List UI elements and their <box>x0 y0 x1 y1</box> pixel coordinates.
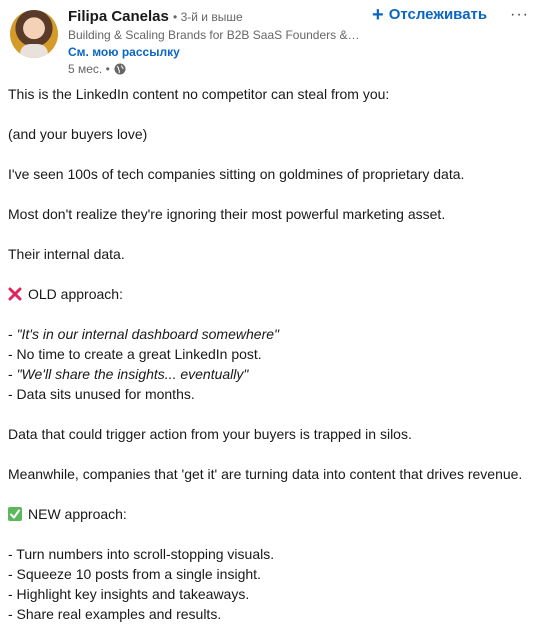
more-options-icon[interactable]: ··· <box>510 6 529 24</box>
post-line: Their internal data. <box>8 246 125 262</box>
connection-degree: • 3-й и выше <box>173 10 243 24</box>
cross-mark-emoji <box>8 287 22 301</box>
old-approach-heading: OLD approach: <box>8 284 533 304</box>
post-line: (and your buyers love) <box>8 126 148 142</box>
author-name[interactable]: Filipa Canelas <box>68 8 169 25</box>
list-item: - Squeeze 10 posts from a single insight… <box>8 566 261 582</box>
newsletter-link[interactable]: См. мою рассылку <box>68 45 180 59</box>
author-headline: Building & Scaling Brands for B2B SaaS F… <box>68 28 360 42</box>
post-line: I've seen 100s of tech companies sitting… <box>8 166 465 182</box>
follow-button[interactable]: + Отслеживать <box>372 3 488 26</box>
list-item: - Share real examples and results. <box>8 606 222 622</box>
post-meta: 5 мес. • <box>68 62 126 76</box>
list-item: - No time to create a great LinkedIn pos… <box>8 346 262 362</box>
globe-icon <box>114 63 126 75</box>
post-line: This is the LinkedIn content no competit… <box>8 86 390 102</box>
avatar[interactable] <box>10 10 58 58</box>
post-time: 5 мес. • <box>68 62 110 76</box>
plus-icon: + <box>372 3 384 26</box>
list-item: - Turn numbers into scroll-stopping visu… <box>8 546 275 562</box>
post-line: Data that could trigger action from your… <box>8 426 412 442</box>
new-approach-heading: NEW approach: <box>8 504 533 524</box>
check-mark-emoji <box>8 507 22 521</box>
list-item: - Highlight key insights and takeaways. <box>8 586 250 602</box>
list-item: - "It's in our internal dashboard somewh… <box>8 326 279 342</box>
list-item: - Data sits unused for months. <box>8 386 195 402</box>
post-line: Most don't realize they're ignoring thei… <box>8 206 446 222</box>
post-header: Filipa Canelas • 3-й и выше Building & S… <box>0 0 537 80</box>
post-body: This is the LinkedIn content no competit… <box>8 84 533 624</box>
follow-label: Отслеживать <box>388 6 488 23</box>
list-item: - "We'll share the insights... eventuall… <box>8 366 249 382</box>
author-name-line: Filipa Canelas • 3-й и выше <box>68 8 243 25</box>
post-line: Meanwhile, companies that 'get it' are t… <box>8 466 523 482</box>
